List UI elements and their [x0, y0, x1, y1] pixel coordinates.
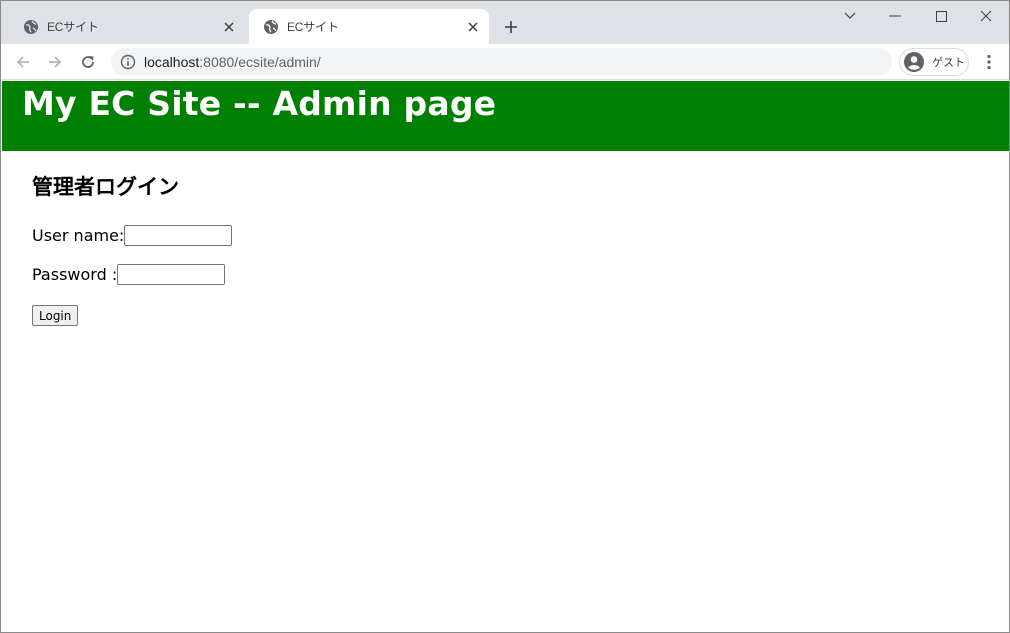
close-tab-icon[interactable]: [461, 15, 485, 39]
close-window-button[interactable]: [963, 1, 1009, 31]
username-row: User name:: [32, 225, 233, 246]
tab-strip: ECサイト ECサイト: [1, 1, 1009, 44]
tab-title: ECサイト: [47, 20, 99, 34]
arrow-left-icon: [16, 56, 29, 68]
tab-search-button[interactable]: [827, 1, 873, 31]
address-bar[interactable]: localhost:8080/ecsite/admin/: [111, 48, 892, 76]
site-title: My EC Site -- Admin page: [22, 84, 497, 123]
globe-icon: [23, 19, 39, 35]
browser-toolbar: localhost:8080/ecsite/admin/ ゲスト: [1, 44, 1009, 80]
login-heading: 管理者ログイン: [32, 175, 179, 199]
minimize-button[interactable]: [872, 1, 918, 31]
url-host: localhost: [144, 54, 200, 70]
plus-icon: [505, 21, 517, 33]
maximize-icon: [935, 10, 947, 22]
tab-title: ECサイト: [287, 20, 339, 34]
password-input[interactable]: [117, 264, 226, 285]
back-button[interactable]: [9, 48, 37, 76]
browser-menu-button[interactable]: [977, 50, 1001, 74]
username-input[interactable]: [124, 225, 233, 246]
site-header: My EC Site -- Admin page: [2, 81, 1009, 151]
account-icon: [903, 51, 925, 73]
tab-ecsite-2[interactable]: ECサイト: [249, 9, 489, 44]
chevron-down-icon: [844, 12, 856, 19]
info-icon[interactable]: [120, 54, 136, 70]
reload-icon: [82, 56, 94, 68]
password-row: Password :: [32, 264, 232, 285]
arrow-right-icon: [49, 56, 62, 68]
minimize-icon: [889, 15, 901, 17]
profile-label: ゲスト: [932, 56, 965, 69]
url-text: localhost:8080/ecsite/admin/: [144, 54, 321, 70]
reload-button[interactable]: [74, 48, 102, 76]
forward-button[interactable]: [41, 48, 69, 76]
login-form: 管理者ログイン User name: Password : Login: [32, 171, 233, 326]
globe-icon: [263, 19, 279, 35]
page-viewport: My EC Site -- Admin page 管理者ログイン User na…: [2, 81, 1009, 632]
close-icon: [980, 10, 992, 22]
profile-button[interactable]: ゲスト: [899, 48, 969, 76]
username-label: User name:: [32, 226, 125, 245]
login-button[interactable]: Login: [32, 305, 79, 326]
close-tab-icon[interactable]: [217, 15, 241, 39]
browser-window: ECサイト ECサイト localhost:8080/ecsite/admin/…: [0, 0, 1010, 633]
kebab-menu-icon: [987, 54, 991, 70]
url-path: :8080/ecsite/admin/: [199, 54, 321, 70]
new-tab-button[interactable]: [499, 15, 523, 39]
tab-ecsite-1[interactable]: ECサイト: [9, 9, 245, 44]
maximize-button[interactable]: [918, 1, 964, 31]
password-label: Password :: [32, 265, 118, 284]
